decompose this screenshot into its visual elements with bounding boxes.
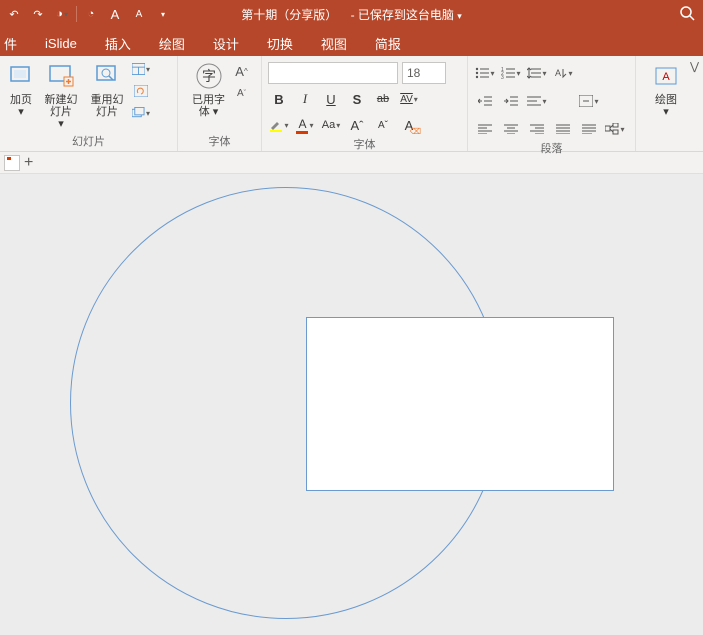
highlight-color-button[interactable] <box>268 114 290 136</box>
tab-brief[interactable]: 简报 <box>361 30 415 56</box>
increase-indent-button[interactable] <box>500 90 522 112</box>
text-direction-button[interactable]: A <box>552 62 574 84</box>
drawing-label: 绘图▾ <box>655 94 677 118</box>
document-title: 第十期（分享版） <box>241 8 337 22</box>
drawing-icon: A <box>650 60 682 92</box>
qat-more-button[interactable]: ▾ <box>151 1 175 27</box>
section-button[interactable] <box>132 104 150 122</box>
tab-view[interactable]: 视图 <box>307 30 361 56</box>
justify-button[interactable] <box>552 118 574 140</box>
strike-button[interactable]: ab <box>372 88 394 110</box>
decrease-indent-button[interactable] <box>474 90 496 112</box>
used-fonts-label: 已用字体 ▾ <box>192 94 225 118</box>
smartart-button[interactable] <box>604 118 626 140</box>
add-page-icon <box>5 60 37 92</box>
ribbon: 加页▾ 新建幻灯片▾ 重用幻灯片 <box>0 56 703 152</box>
group-slides-label: 幻灯片 <box>0 133 177 151</box>
add-slide-button[interactable]: + <box>24 154 33 172</box>
change-case-button[interactable]: Aa <box>320 114 342 136</box>
shadow-button[interactable]: S <box>346 88 368 110</box>
group-font: B I U S ab AV A Aa Aˆ Aˇ A⌫ 字体 <box>262 56 468 151</box>
align-center-button[interactable] <box>500 118 522 140</box>
add-page-label: 加页▾ <box>10 94 32 118</box>
font-name-input[interactable] <box>268 62 398 84</box>
bold-button[interactable]: B <box>268 88 290 110</box>
decrease-font-icon[interactable]: Aˇ <box>233 84 251 102</box>
new-slide-icon <box>45 60 77 92</box>
reuse-slide-label: 重用幻灯片 <box>86 94 128 118</box>
collapse-ribbon-icon[interactable]: ⋁ <box>690 60 699 73</box>
search-icon[interactable] <box>679 5 695 24</box>
group-usedfont-label: 字体 <box>178 133 261 151</box>
align-text-button[interactable] <box>526 90 548 112</box>
increase-font-icon[interactable]: A^ <box>233 62 251 80</box>
group-drawing: A 绘图▾ <box>636 56 696 151</box>
tab-islide[interactable]: iSlide <box>31 30 91 56</box>
start-slideshow-button[interactable]: ◑ <box>50 1 74 27</box>
ribbon-tabs: 件 iSlide 插入 绘图 设计 切换 视图 简报 <box>0 28 703 56</box>
title-bar: ↶ ↷ ◑ ◔ A A ▾ 第十期（分享版） - 已保存到这台电脑 ▾ <box>0 0 703 28</box>
line-spacing-button[interactable] <box>526 62 548 84</box>
used-fonts-button[interactable]: 字 已用字体 ▾ <box>189 60 229 118</box>
window-title: 第十期（分享版） - 已保存到这台电脑 ▾ <box>241 6 462 23</box>
save-status: - 已保存到这台电脑 <box>351 8 454 22</box>
clear-format-button[interactable]: A⌫ <box>398 114 420 136</box>
bullets-button[interactable] <box>474 62 496 84</box>
align-right-button[interactable] <box>526 118 548 140</box>
char-spacing-button[interactable]: AV <box>398 88 420 110</box>
slides-small-buttons <box>132 60 150 122</box>
tab-file[interactable]: 件 <box>0 30 31 56</box>
shrink-font-icon[interactable]: Aˇ <box>372 114 394 136</box>
group-drawing-label <box>636 133 696 151</box>
touch-mode-button[interactable]: ◔ <box>79 1 103 27</box>
group-paragraph-label: 段落 <box>468 140 635 156</box>
svg-text:A: A <box>662 71 670 83</box>
grow-font-icon[interactable]: Aˆ <box>346 114 368 136</box>
tab-design[interactable]: 设计 <box>199 30 253 56</box>
quick-access-toolbar: ↶ ↷ ◑ ◔ A A ▾ <box>0 1 175 27</box>
distribute-button[interactable] <box>578 118 600 140</box>
font-grow-icon[interactable]: A <box>103 1 127 27</box>
italic-button[interactable]: I <box>294 88 316 110</box>
tab-draw[interactable]: 绘图 <box>145 30 199 56</box>
drawing-button[interactable]: A 绘图▾ <box>645 60 687 118</box>
qat-separator <box>76 6 77 22</box>
new-slide-button[interactable]: 新建幻灯片▾ <box>40 60 82 130</box>
group-font-label: 字体 <box>262 136 467 152</box>
reuse-slide-button[interactable]: 重用幻灯片 <box>86 60 128 118</box>
svg-text:字: 字 <box>202 68 216 84</box>
underline-button[interactable]: U <box>320 88 342 110</box>
svg-text:3: 3 <box>501 75 504 79</box>
font-size-adjust: A^ Aˇ <box>233 62 251 102</box>
tab-insert[interactable]: 插入 <box>91 30 145 56</box>
font-size-input[interactable] <box>402 62 446 84</box>
align-left-button[interactable] <box>474 118 496 140</box>
slide-canvas[interactable] <box>0 174 703 635</box>
outline-tab[interactable] <box>4 155 20 171</box>
font-shrink-icon[interactable]: A <box>127 1 151 27</box>
new-slide-label: 新建幻灯片▾ <box>40 94 82 130</box>
font-big-icon: 字 <box>193 60 225 92</box>
group-usedfont: 字 已用字体 ▾ A^ Aˇ 字体 <box>178 56 262 151</box>
reset-button[interactable] <box>132 82 150 100</box>
font-color-button[interactable]: A <box>294 114 316 136</box>
redo-button[interactable]: ↷ <box>26 1 50 27</box>
group-slides: 加页▾ 新建幻灯片▾ 重用幻灯片 <box>0 56 178 151</box>
group-paragraph: 123 A 段落 <box>468 56 636 151</box>
tab-transitions[interactable]: 切换 <box>253 30 307 56</box>
add-page-button[interactable]: 加页▾ <box>6 60 36 118</box>
layout-button[interactable] <box>132 60 150 78</box>
reuse-slide-icon <box>91 60 123 92</box>
numbering-button[interactable]: 123 <box>500 62 522 84</box>
shape-rectangle[interactable] <box>306 317 614 491</box>
columns-button[interactable] <box>578 90 600 112</box>
svg-text:A: A <box>555 68 561 78</box>
undo-button[interactable]: ↶ <box>2 1 26 27</box>
